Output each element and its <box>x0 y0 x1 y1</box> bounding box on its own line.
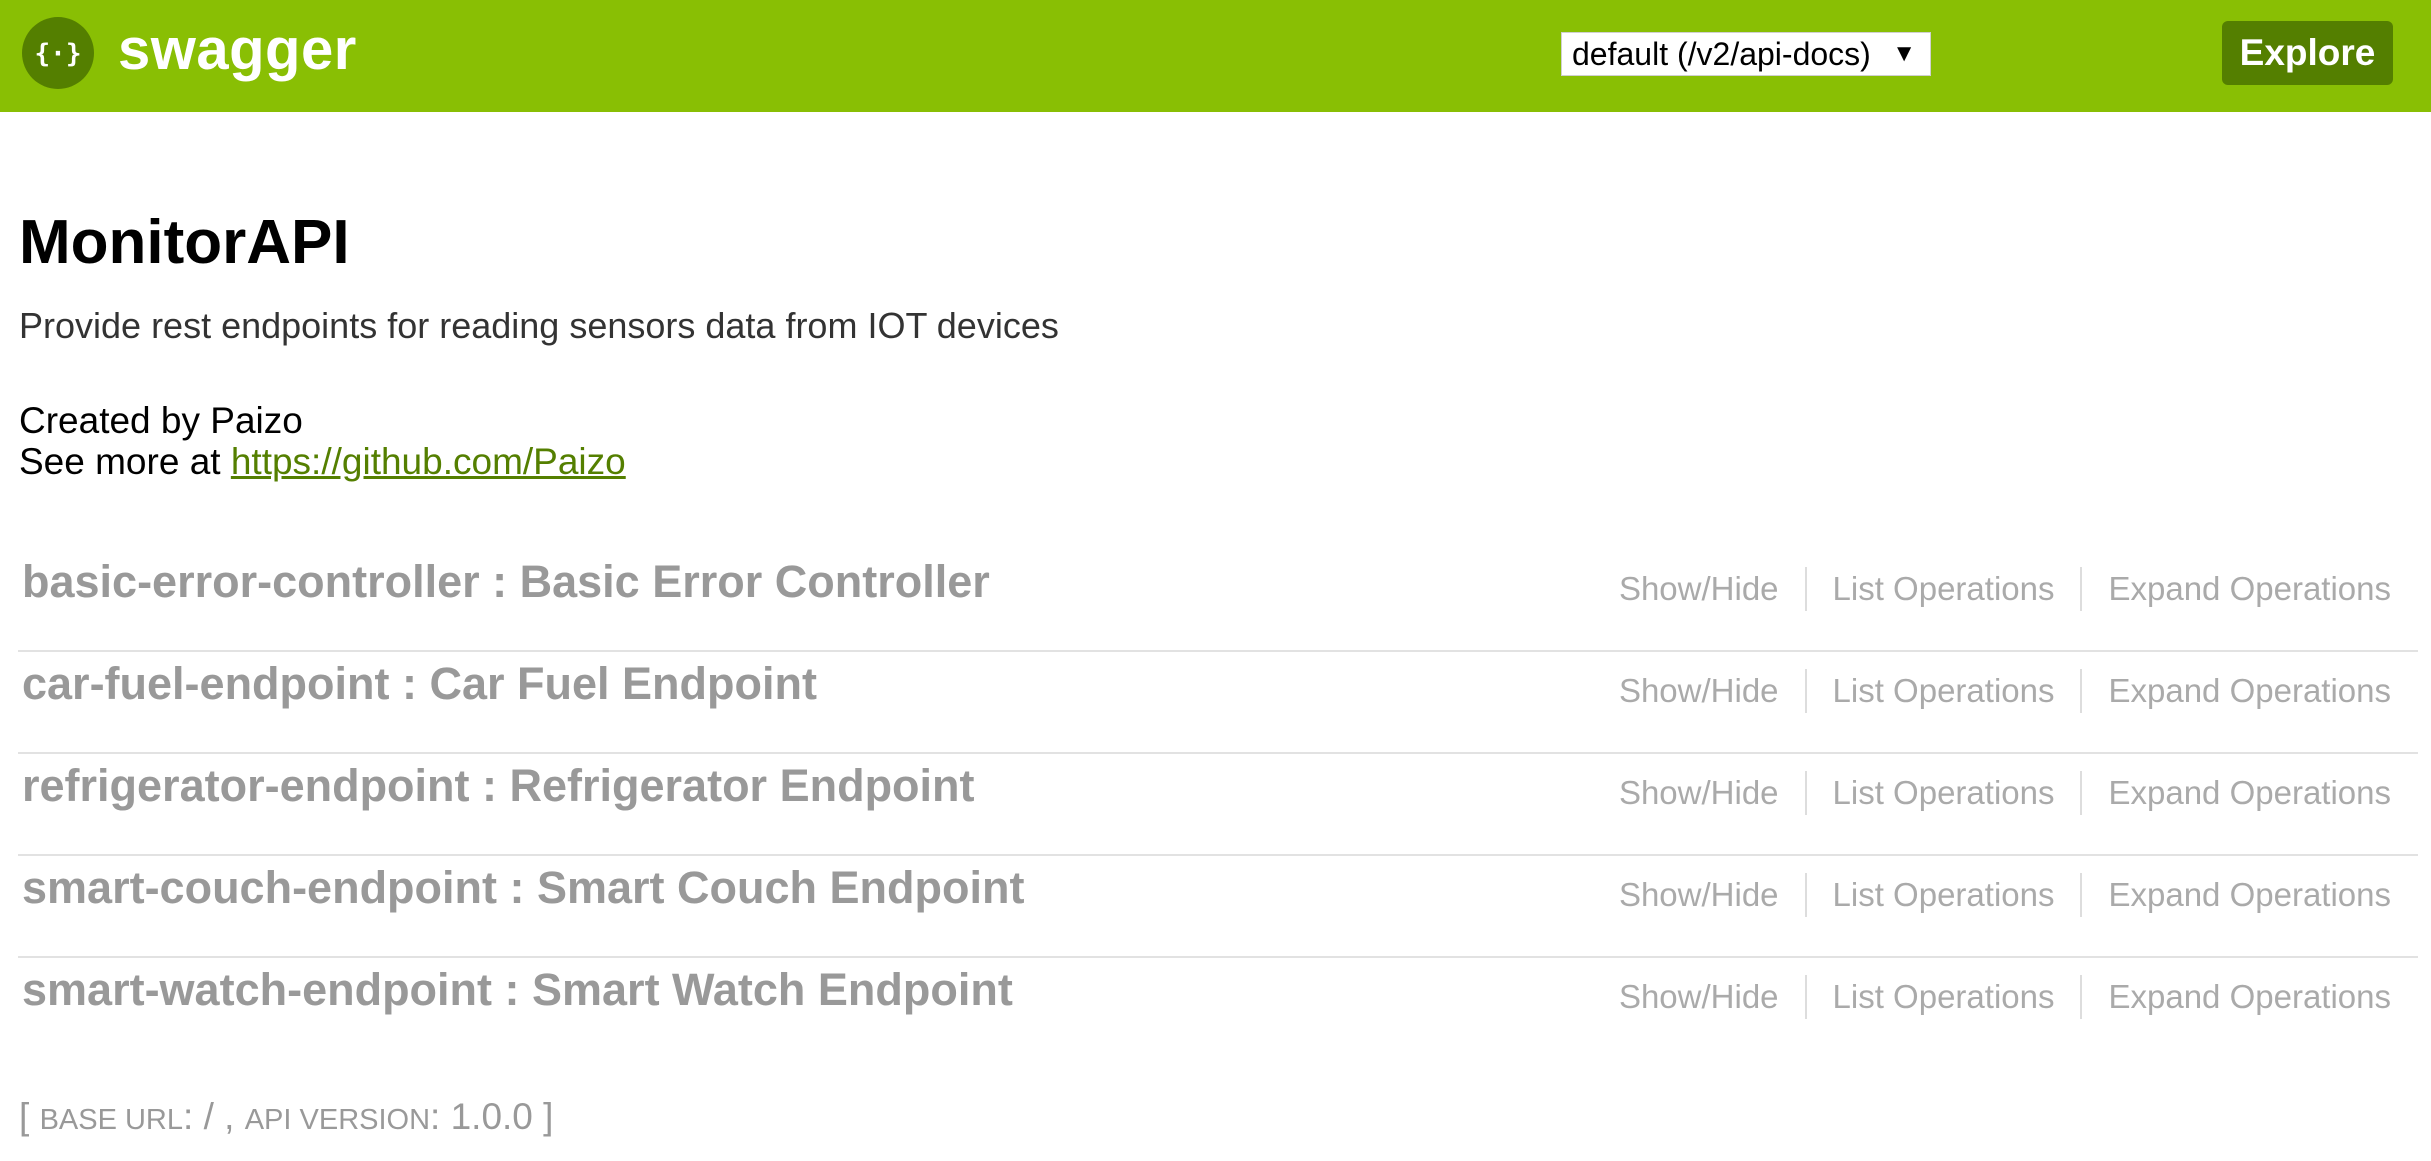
resource-heading[interactable]: smart-watch-endpoint : Smart Watch Endpo… <box>22 962 1013 1018</box>
divider <box>1804 669 1807 713</box>
resource-basic-error-controller: basic-error-controller : Basic Error Con… <box>18 550 2418 652</box>
list-operations-link[interactable]: List Operations <box>1833 568 2055 610</box>
resource-heading[interactable]: smart-couch-endpoint : Smart Couch Endpo… <box>22 860 1024 916</box>
divider <box>2080 873 2083 917</box>
show-hide-link[interactable]: Show/Hide <box>1619 568 1779 610</box>
created-by: Created by Paizo <box>19 400 303 441</box>
resource-options: Show/Hide List Operations Expand Operati… <box>1619 873 2391 917</box>
base-url-label: Base URL <box>39 1104 184 1136</box>
api-select-value: default (/v2/api-docs) <box>1572 36 1871 72</box>
resource-list: basic-error-controller : Basic Error Con… <box>18 550 2418 1060</box>
list-operations-link[interactable]: List Operations <box>1833 976 2055 1018</box>
api-version-value: : 1.0.0 <box>430 1096 544 1137</box>
resource-car-fuel-endpoint: car-fuel-endpoint : Car Fuel Endpoint Sh… <box>18 652 2418 754</box>
svg-text:{·}: {·} <box>35 39 82 69</box>
resource-heading[interactable]: refrigerator-endpoint : Refrigerator End… <box>22 758 975 814</box>
list-operations-link[interactable]: List Operations <box>1833 874 2055 916</box>
github-link[interactable]: https://github.com/Paizo <box>231 441 626 482</box>
show-hide-link[interactable]: Show/Hide <box>1619 976 1779 1018</box>
api-title: MonitorAPI <box>19 208 350 277</box>
divider <box>1804 975 1807 1019</box>
expand-operations-link[interactable]: Expand Operations <box>2108 772 2391 814</box>
divider <box>1804 873 1807 917</box>
api-description: Provide rest endpoints for reading senso… <box>19 305 1059 346</box>
expand-operations-link[interactable]: Expand Operations <box>2108 976 2391 1018</box>
show-hide-link[interactable]: Show/Hide <box>1619 772 1779 814</box>
divider <box>1804 771 1807 815</box>
list-operations-link[interactable]: List Operations <box>1833 772 2055 814</box>
dropdown-caret-icon: ▼ <box>1892 40 1916 67</box>
resource-options: Show/Hide List Operations Expand Operati… <box>1619 975 2391 1019</box>
resource-refrigerator-endpoint: refrigerator-endpoint : Refrigerator End… <box>18 754 2418 856</box>
base-url-value: : / , <box>183 1096 245 1137</box>
api-footer: [ Base URL: / , Api Version: 1.0.0 ] <box>19 1094 553 1143</box>
top-bar: {·} swagger default (/v2/api-docs) ▼ Exp… <box>0 0 2431 112</box>
api-definition-select[interactable]: default (/v2/api-docs) ▼ <box>1561 32 1931 76</box>
divider <box>1804 567 1807 611</box>
expand-operations-link[interactable]: Expand Operations <box>2108 670 2391 712</box>
list-operations-link[interactable]: List Operations <box>1833 670 2055 712</box>
divider <box>2080 669 2083 713</box>
show-hide-link[interactable]: Show/Hide <box>1619 670 1779 712</box>
explore-button[interactable]: Explore <box>2222 21 2393 85</box>
footer-open-bracket: [ <box>19 1096 40 1137</box>
divider <box>2080 771 2083 815</box>
api-version-label: Api Version <box>244 1104 431 1136</box>
see-more: See more at https://github.com/Paizo <box>19 441 626 483</box>
swagger-logo-icon[interactable]: {·} <box>22 17 94 89</box>
show-hide-link[interactable]: Show/Hide <box>1619 874 1779 916</box>
resource-smart-watch-endpoint: smart-watch-endpoint : Smart Watch Endpo… <box>18 958 2418 1060</box>
resource-smart-couch-endpoint: smart-couch-endpoint : Smart Couch Endpo… <box>18 856 2418 958</box>
resource-heading[interactable]: basic-error-controller : Basic Error Con… <box>22 554 990 610</box>
logo-text[interactable]: swagger <box>118 14 357 86</box>
see-more-prefix: See more at <box>19 441 231 482</box>
expand-operations-link[interactable]: Expand Operations <box>2108 568 2391 610</box>
resource-heading[interactable]: car-fuel-endpoint : Car Fuel Endpoint <box>22 656 817 712</box>
resource-options: Show/Hide List Operations Expand Operati… <box>1619 669 2391 713</box>
divider <box>2080 567 2083 611</box>
divider <box>2080 975 2083 1019</box>
expand-operations-link[interactable]: Expand Operations <box>2108 874 2391 916</box>
footer-close-bracket: ] <box>543 1096 554 1137</box>
braces-icon: {·} <box>35 39 82 69</box>
resource-options: Show/Hide List Operations Expand Operati… <box>1619 771 2391 815</box>
resource-options: Show/Hide List Operations Expand Operati… <box>1619 567 2391 611</box>
